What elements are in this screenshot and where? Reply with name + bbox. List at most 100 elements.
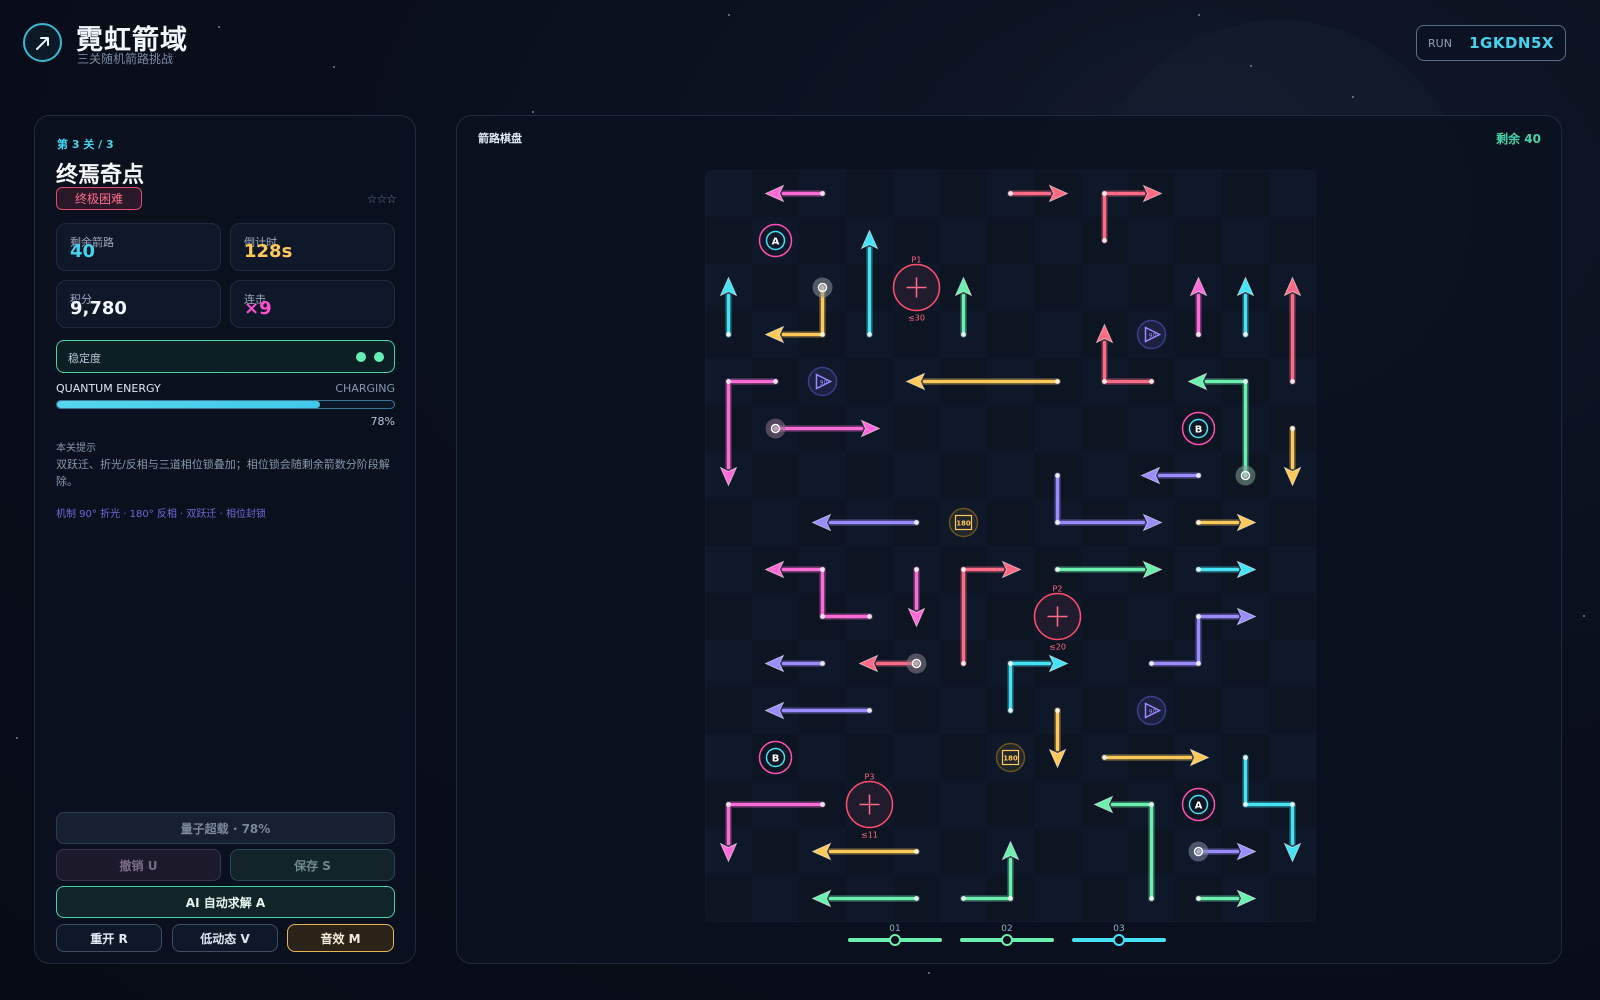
- board-cell[interactable]: [1269, 687, 1316, 734]
- board-cell[interactable]: [987, 405, 1034, 452]
- board-cell[interactable]: [846, 358, 893, 405]
- board-cell[interactable]: [1175, 170, 1222, 217]
- board-cell[interactable]: [1081, 640, 1128, 687]
- board-cell[interactable]: [1175, 217, 1222, 264]
- level-panel: 第 3 关 / 3 终焉奇点 终极困难 ☆☆☆ 剩余箭路 40 倒计时 128s…: [34, 115, 416, 964]
- board-cell[interactable]: [752, 828, 799, 875]
- board-cell[interactable]: [893, 170, 940, 217]
- board-cell[interactable]: [987, 452, 1034, 499]
- board-cell[interactable]: [1269, 593, 1316, 640]
- sound-button[interactable]: 音效 M: [287, 924, 394, 952]
- board-cell[interactable]: [1222, 217, 1269, 264]
- board-cell[interactable]: [799, 452, 846, 499]
- board-cell[interactable]: [705, 217, 752, 264]
- board-cell[interactable]: [846, 452, 893, 499]
- board-cell[interactable]: [705, 875, 752, 922]
- board-cell[interactable]: [987, 264, 1034, 311]
- board-cell[interactable]: [940, 828, 987, 875]
- board-cell[interactable]: [940, 734, 987, 781]
- board-cell[interactable]: [799, 734, 846, 781]
- arrow-joint: [961, 661, 966, 666]
- board-cell[interactable]: [940, 170, 987, 217]
- board-cell[interactable]: [1081, 828, 1128, 875]
- board-cell[interactable]: [1034, 217, 1081, 264]
- overload-button[interactable]: 量子超载 · 78%: [56, 812, 395, 844]
- arrow-joint: [1008, 896, 1013, 901]
- arrow-joint: [961, 332, 966, 337]
- board-cell[interactable]: [1222, 170, 1269, 217]
- board-cell[interactable]: [1269, 170, 1316, 217]
- board-cell[interactable]: [1222, 640, 1269, 687]
- board-cell[interactable]: [893, 405, 940, 452]
- arrow-joint: [867, 332, 872, 337]
- restart-button[interactable]: 重开 R: [56, 924, 162, 952]
- board-cell[interactable]: [893, 734, 940, 781]
- board-cell[interactable]: [752, 593, 799, 640]
- board-cell[interactable]: [893, 687, 940, 734]
- board-cell[interactable]: [1034, 405, 1081, 452]
- board-cell[interactable]: [1128, 593, 1175, 640]
- board-cell[interactable]: [705, 734, 752, 781]
- board-cell[interactable]: [1034, 875, 1081, 922]
- board-cell[interactable]: [987, 311, 1034, 358]
- game-board[interactable]: P1 ≤30 P2 ≤20 P3 ≤11 A B B A 90 90 90 180 180 01 02 03: [705, 170, 1325, 950]
- board-cell[interactable]: [799, 217, 846, 264]
- refractor-label: 90: [1149, 333, 1157, 340]
- board-cell[interactable]: [1034, 264, 1081, 311]
- board-cell[interactable]: [705, 499, 752, 546]
- ai-solve-button[interactable]: AI 自动求解 A: [56, 886, 395, 918]
- arrow-joint: [1055, 520, 1060, 525]
- board-cell[interactable]: [940, 452, 987, 499]
- difficulty-badge: 终极困难: [56, 187, 143, 210]
- board-cell[interactable]: [987, 593, 1034, 640]
- board-cell[interactable]: [705, 640, 752, 687]
- board-cell[interactable]: [752, 499, 799, 546]
- board-cell[interactable]: [752, 875, 799, 922]
- board-cell[interactable]: [705, 687, 752, 734]
- board-cell[interactable]: [705, 593, 752, 640]
- save-button[interactable]: 保存 S: [230, 849, 395, 881]
- board-cell[interactable]: [1081, 405, 1128, 452]
- board-cell[interactable]: [1081, 264, 1128, 311]
- undo-button[interactable]: 撤销 U: [56, 849, 221, 881]
- board-cell[interactable]: [987, 499, 1034, 546]
- board-cell[interactable]: [1222, 687, 1269, 734]
- board-cell[interactable]: [1269, 734, 1316, 781]
- board-cell[interactable]: [752, 264, 799, 311]
- board-cell[interactable]: [1128, 264, 1175, 311]
- board-cell[interactable]: [1128, 217, 1175, 264]
- board-cell[interactable]: [1269, 640, 1316, 687]
- board-cell[interactable]: [1175, 687, 1222, 734]
- board-cell[interactable]: [1034, 781, 1081, 828]
- board-cell[interactable]: [893, 452, 940, 499]
- board-cell[interactable]: [940, 217, 987, 264]
- board-cell[interactable]: [987, 217, 1034, 264]
- board-cell[interactable]: [1081, 452, 1128, 499]
- board-cell[interactable]: [846, 170, 893, 217]
- board-cell[interactable]: [752, 452, 799, 499]
- board-cell[interactable]: [893, 781, 940, 828]
- board-cell[interactable]: [940, 405, 987, 452]
- board-cell[interactable]: [1128, 405, 1175, 452]
- board-cell[interactable]: [705, 546, 752, 593]
- board-cell[interactable]: [1034, 828, 1081, 875]
- board-cell[interactable]: [987, 781, 1034, 828]
- board-cell[interactable]: [1269, 217, 1316, 264]
- board-cell[interactable]: [846, 546, 893, 593]
- low-motion-button[interactable]: 低动态 V: [172, 924, 278, 952]
- app-logo: [23, 23, 62, 62]
- energy-label: QUANTUM ENERGY: [56, 382, 161, 395]
- board-cell[interactable]: [940, 687, 987, 734]
- board-cell[interactable]: [1269, 875, 1316, 922]
- board-cell[interactable]: [1081, 593, 1128, 640]
- board-cell[interactable]: [1081, 687, 1128, 734]
- anchor-node: [1235, 465, 1256, 486]
- board-cell[interactable]: [940, 781, 987, 828]
- board-cell[interactable]: [1269, 499, 1316, 546]
- board-cell[interactable]: [1081, 875, 1128, 922]
- stability-dot: [356, 352, 366, 362]
- board-cell[interactable]: [1034, 311, 1081, 358]
- board-cell[interactable]: [1269, 546, 1316, 593]
- board-cell[interactable]: [705, 170, 752, 217]
- arrow-joint: [914, 567, 919, 572]
